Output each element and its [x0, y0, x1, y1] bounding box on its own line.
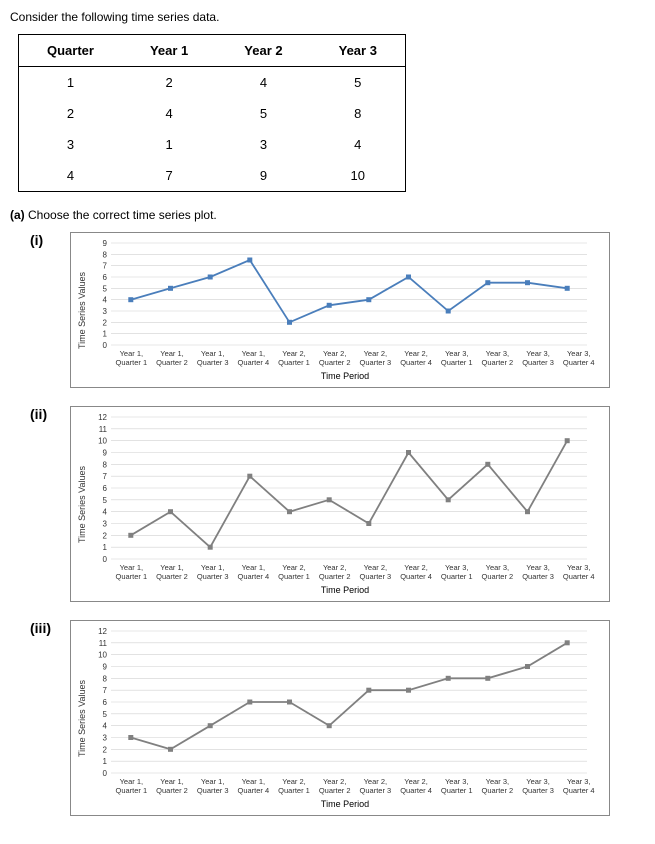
svg-text:9: 9 [103, 663, 108, 672]
roman-ii: (ii) [30, 406, 70, 422]
plot-option-ii[interactable]: (ii) Time Series Values 0123456789101112… [30, 406, 645, 602]
th-year1: Year 1 [122, 35, 216, 67]
svg-text:6: 6 [103, 698, 108, 707]
table-cell: 9 [216, 160, 310, 192]
table-cell: 3 [19, 129, 122, 160]
svg-text:7: 7 [103, 472, 108, 481]
intro-text: Consider the following time series data. [10, 10, 645, 24]
x-axis-label: Time Period [91, 585, 599, 595]
th-year3: Year 3 [311, 35, 406, 67]
plot-option-i[interactable]: (i) Time Series Values 0 1 2 3 4 5 6 7 8 9 Year 1… [30, 232, 645, 388]
table-row: 47910 [19, 160, 406, 192]
svg-text:1: 1 [103, 543, 108, 552]
table-cell: 1 [122, 129, 216, 160]
table-row: 2458 [19, 98, 406, 129]
table-cell: 5 [216, 98, 310, 129]
svg-text:6: 6 [103, 484, 108, 493]
chart-box-i: Time Series Values 0 1 2 3 4 5 6 7 8 9 Year 1,Qua… [70, 232, 610, 388]
svg-text:1: 1 [103, 757, 108, 766]
chart-svg: 0123456789101112 [91, 627, 591, 777]
svg-text:8: 8 [103, 460, 108, 469]
y-axis-label: Time Series Values [77, 413, 91, 595]
svg-text:0: 0 [103, 769, 108, 777]
svg-text:10: 10 [98, 651, 107, 660]
x-tick-labels: Year 1,Quarter 1Year 1,Quarter 2Year 1,Q… [111, 563, 599, 581]
chart-box-iii: Time Series Values 0123456789101112 Year… [70, 620, 610, 816]
table-cell: 4 [19, 160, 122, 192]
table-cell: 10 [311, 160, 406, 192]
x-tick-labels: Year 1,Quarter 1Year 1,Quarter 2Year 1,Q… [111, 349, 599, 367]
svg-text:8: 8 [103, 250, 108, 259]
svg-text:7: 7 [103, 686, 108, 695]
data-table: Quarter Year 1 Year 2 Year 3 12452458313… [18, 34, 406, 192]
table-row: 3134 [19, 129, 406, 160]
svg-text:9: 9 [103, 449, 108, 458]
svg-text:2: 2 [103, 531, 108, 540]
svg-text:12: 12 [98, 413, 107, 422]
svg-text:4: 4 [103, 296, 108, 305]
svg-text:5: 5 [103, 496, 108, 505]
table-cell: 8 [311, 98, 406, 129]
table-cell: 2 [19, 98, 122, 129]
chart-box-ii: Time Series Values 0123456789101112 Year… [70, 406, 610, 602]
table-cell: 4 [216, 67, 310, 99]
svg-text:2: 2 [103, 745, 108, 754]
svg-text:11: 11 [99, 425, 108, 434]
svg-text:3: 3 [103, 307, 108, 316]
svg-text:3: 3 [103, 734, 108, 743]
part-a-text: Choose the correct time series plot. [28, 208, 217, 222]
svg-text:10: 10 [98, 437, 107, 446]
svg-text:8: 8 [103, 674, 108, 683]
y-axis-label: Time Series Values [77, 627, 91, 809]
chart-svg: 0 1 2 3 4 5 6 7 8 9 [91, 239, 591, 349]
th-year2: Year 2 [216, 35, 310, 67]
table-cell: 4 [122, 98, 216, 129]
table-cell: 5 [311, 67, 406, 99]
table-cell: 2 [122, 67, 216, 99]
svg-text:4: 4 [103, 722, 108, 731]
table-cell: 1 [19, 67, 122, 99]
part-a: (a) Choose the correct time series plot. [10, 208, 645, 222]
svg-text:5: 5 [103, 284, 108, 293]
svg-text:0: 0 [103, 341, 108, 349]
x-tick-labels: Year 1,Quarter 1Year 1,Quarter 2Year 1,Q… [111, 777, 599, 795]
y-axis-label: Time Series Values [77, 239, 91, 381]
svg-text:5: 5 [103, 710, 108, 719]
svg-text:3: 3 [103, 520, 108, 529]
chart-svg: 0123456789101112 [91, 413, 591, 563]
part-a-label: (a) [10, 208, 25, 222]
svg-text:7: 7 [103, 262, 108, 271]
th-quarter: Quarter [19, 35, 122, 67]
table-row: 1245 [19, 67, 406, 99]
svg-text:1: 1 [103, 330, 108, 339]
x-axis-label: Time Period [91, 371, 599, 381]
svg-text:12: 12 [98, 627, 107, 636]
svg-text:11: 11 [99, 639, 108, 648]
x-axis-label: Time Period [91, 799, 599, 809]
svg-text:6: 6 [103, 273, 108, 282]
svg-text:4: 4 [103, 508, 108, 517]
table-cell: 4 [311, 129, 406, 160]
roman-i: (i) [30, 232, 70, 248]
roman-iii: (iii) [30, 620, 70, 636]
svg-text:0: 0 [103, 555, 108, 563]
table-cell: 3 [216, 129, 310, 160]
table-cell: 7 [122, 160, 216, 192]
svg-text:2: 2 [103, 318, 108, 327]
svg-text:9: 9 [103, 239, 108, 248]
plot-option-iii[interactable]: (iii) Time Series Values 012345678910111… [30, 620, 645, 816]
